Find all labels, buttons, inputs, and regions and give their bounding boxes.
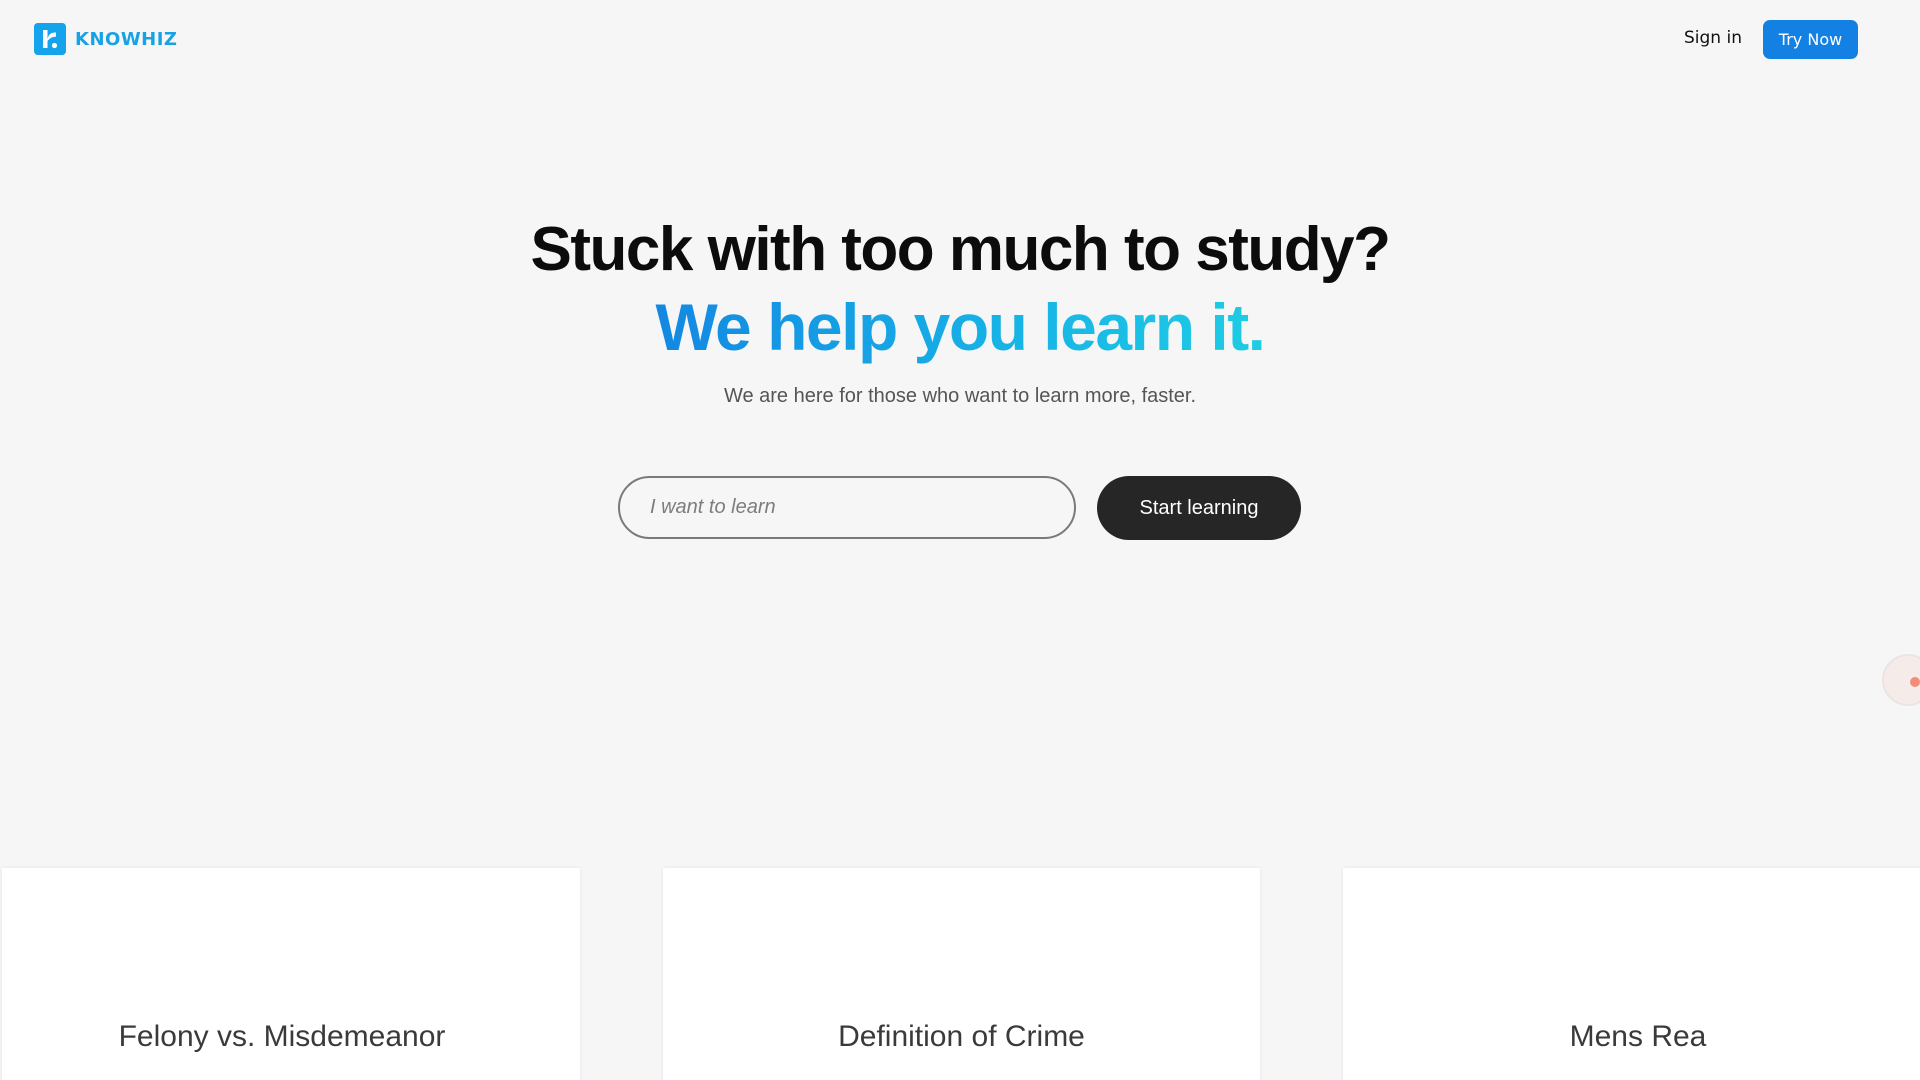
sign-in-link[interactable]: Sign in — [1684, 28, 1742, 48]
brand-name: KNOWHIZ — [75, 28, 178, 50]
topic-card[interactable]: Definition of Crime — [663, 868, 1260, 1080]
header: KNOWHIZ Sign in Try Now — [0, 0, 1920, 80]
hero-subtitle-text: We help you learn it. — [655, 290, 1266, 364]
landing-page: KNOWHIZ Sign in Try Now Stuck with too m… — [0, 0, 1920, 1080]
notification-dot-icon — [1910, 677, 1920, 687]
hero-subtitle: We help you learn it. — [0, 285, 1920, 369]
hero-title: Stuck with too much to study? — [530, 215, 1391, 284]
topic-card-title: Felony vs. Misdemeanor — [118, 1020, 446, 1053]
start-learning-button[interactable]: Start learning — [1097, 476, 1301, 540]
topic-card-title: Definition of Crime — [838, 1020, 1085, 1053]
topic-card[interactable]: Felony vs. Misdemeanor — [2, 868, 580, 1080]
topic-card[interactable]: Mens Rea — [1343, 868, 1920, 1080]
try-now-button[interactable]: Try Now — [1763, 20, 1858, 59]
topic-card-title: Mens Rea — [1569, 1020, 1707, 1053]
hero-tagline: We are here for those who want to learn … — [723, 385, 1197, 407]
learn-topic-input[interactable] — [618, 476, 1076, 539]
knowhiz-logo-icon — [34, 23, 66, 55]
floating-widget-button[interactable] — [1882, 654, 1920, 706]
logo[interactable]: KNOWHIZ — [34, 23, 177, 55]
